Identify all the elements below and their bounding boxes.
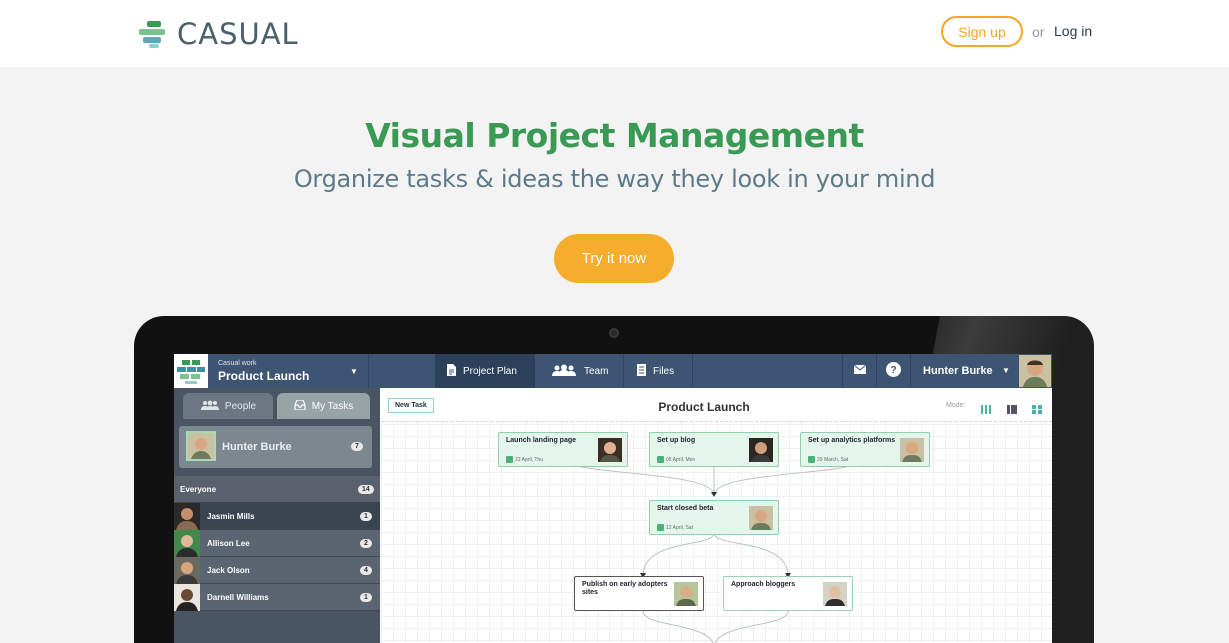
list-item[interactable]: Allison Lee 2 xyxy=(174,530,380,557)
tab-label: My Tasks xyxy=(311,400,354,412)
list-item-label: Allison Lee xyxy=(207,539,250,548)
list-item-label: Everyone xyxy=(180,485,217,494)
avatar xyxy=(174,530,200,557)
task-date: 12 April, Sat xyxy=(666,525,693,531)
avatar xyxy=(823,582,847,606)
task-card[interactable]: Set up blog 05 April, Mon xyxy=(649,432,779,467)
avatar xyxy=(1019,355,1051,387)
try-it-now-button[interactable]: Try it now xyxy=(554,234,674,283)
task-count-badge: 7 xyxy=(351,442,363,451)
task-title: Publish on early adopters sites xyxy=(582,581,668,596)
avatar xyxy=(174,557,200,584)
avatar xyxy=(749,438,773,462)
tab-label: Team xyxy=(584,365,609,377)
tab-team[interactable]: Team xyxy=(535,354,623,388)
camera-icon xyxy=(609,328,619,338)
tab-project-plan[interactable]: Project Plan xyxy=(435,354,535,388)
tab-files[interactable]: Files xyxy=(624,354,692,388)
svg-text:?: ? xyxy=(890,365,896,376)
task-title: Set up blog xyxy=(657,437,696,444)
brand-name: CASUAL xyxy=(177,17,299,51)
check-icon xyxy=(808,456,815,463)
app-toolbar: Casual work Product Launch ▼ Project Pla… xyxy=(174,354,1052,388)
map-mode-icon[interactable] xyxy=(1032,401,1042,414)
avatar xyxy=(598,438,622,462)
user-name: Hunter Burke xyxy=(923,365,993,377)
avatar xyxy=(900,438,924,462)
project-selector[interactable]: Product Launch xyxy=(218,369,309,383)
list-item[interactable]: Jack Olson 4 xyxy=(174,557,380,584)
canvas-title: Product Launch xyxy=(658,400,750,414)
chevron-down-icon[interactable]: ▼ xyxy=(350,367,358,376)
user-name: Hunter Burke xyxy=(222,441,292,453)
chevron-down-icon: ▼ xyxy=(1002,366,1010,375)
list-item-label: Jasmin Mills xyxy=(207,512,255,521)
app-screen: Casual work Product Launch ▼ Project Pla… xyxy=(174,354,1052,643)
files-icon xyxy=(637,363,646,379)
task-count-badge: 4 xyxy=(360,566,372,575)
task-date: 05 April, Mon xyxy=(666,457,696,463)
task-card[interactable]: Publish on early adopters sites xyxy=(574,576,704,611)
help-button[interactable]: ? xyxy=(877,354,910,388)
tab-label: Files xyxy=(653,365,675,377)
mode-label: Mode: xyxy=(946,402,966,409)
user-menu[interactable]: Hunter Burke ▼ xyxy=(910,354,1052,388)
check-icon xyxy=(657,524,664,531)
hero-title: Visual Project Management xyxy=(365,116,864,155)
sign-up-button[interactable]: Sign up xyxy=(941,16,1023,47)
current-user-card[interactable]: Hunter Burke 7 xyxy=(179,426,372,468)
list-item-label: Darnell Williams xyxy=(207,593,269,602)
tab-label: People xyxy=(224,400,257,412)
avatar xyxy=(174,503,200,530)
task-date: 29 March, Sat xyxy=(817,457,849,463)
logo-icon xyxy=(139,20,165,48)
check-icon xyxy=(657,456,664,463)
tab-people[interactable]: People xyxy=(183,393,273,419)
sidebar: People My Tasks Hunter Burke 7 Everyone … xyxy=(174,388,380,643)
task-title: Set up analytics platforms xyxy=(808,437,896,444)
task-title: Start closed beta xyxy=(657,505,714,512)
mail-icon xyxy=(853,364,866,377)
check-icon xyxy=(506,456,513,463)
or-separator: or xyxy=(1032,24,1045,40)
tab-label: Project Plan xyxy=(463,365,517,377)
task-card[interactable]: Set up analytics platforms 29 March, Sat xyxy=(800,432,930,467)
task-count-badge: 2 xyxy=(360,539,372,548)
task-card[interactable]: Launch landing page 22 April, Thu xyxy=(498,432,628,467)
task-count-badge: 1 xyxy=(360,593,372,602)
task-count-badge: 14 xyxy=(358,485,374,494)
list-item[interactable]: Everyone 14 xyxy=(174,476,380,503)
workspace-label: Casual work xyxy=(218,360,257,367)
list-mode-icon[interactable] xyxy=(1007,401,1017,414)
tab-my-tasks[interactable]: My Tasks xyxy=(277,393,370,419)
task-card[interactable]: Approach bloggers xyxy=(723,576,853,611)
brand-logo[interactable]: CASUAL xyxy=(139,17,299,51)
avatar xyxy=(186,431,216,461)
columns-mode-icon[interactable] xyxy=(981,401,991,414)
avatar xyxy=(174,584,200,611)
app-logo-icon[interactable] xyxy=(174,354,208,388)
list-item[interactable]: Darnell Williams 1 xyxy=(174,584,380,611)
log-in-link[interactable]: Log in xyxy=(1054,23,1092,39)
task-title: Approach bloggers xyxy=(731,581,796,588)
document-icon xyxy=(447,363,456,379)
avatar xyxy=(749,506,773,530)
task-title: Launch landing page xyxy=(506,437,577,444)
task-date: 22 April, Thu xyxy=(515,457,543,463)
project-canvas[interactable]: New Task Product Launch Mode: Launch lan… xyxy=(381,388,1052,643)
list-item[interactable]: Jasmin Mills 1 xyxy=(174,503,380,530)
task-count-badge: 1 xyxy=(360,512,372,521)
task-card[interactable]: Start closed beta 12 April, Sat xyxy=(649,500,779,535)
help-icon: ? xyxy=(886,362,901,380)
team-icon xyxy=(551,364,577,379)
hero-subtitle: Organize tasks & ideas the way they look… xyxy=(293,165,936,193)
canvas-header: New Task Product Launch Mode: xyxy=(381,388,1052,422)
list-item-label: Jack Olson xyxy=(207,566,250,575)
avatar xyxy=(674,582,698,606)
inbox-icon xyxy=(294,398,306,413)
site-header: CASUAL Sign up or Log in xyxy=(0,0,1229,67)
messages-button[interactable] xyxy=(843,354,876,388)
people-list: Everyone 14 Jasmin Mills 1 Allison Lee 2… xyxy=(174,476,380,611)
people-icon xyxy=(200,400,220,413)
